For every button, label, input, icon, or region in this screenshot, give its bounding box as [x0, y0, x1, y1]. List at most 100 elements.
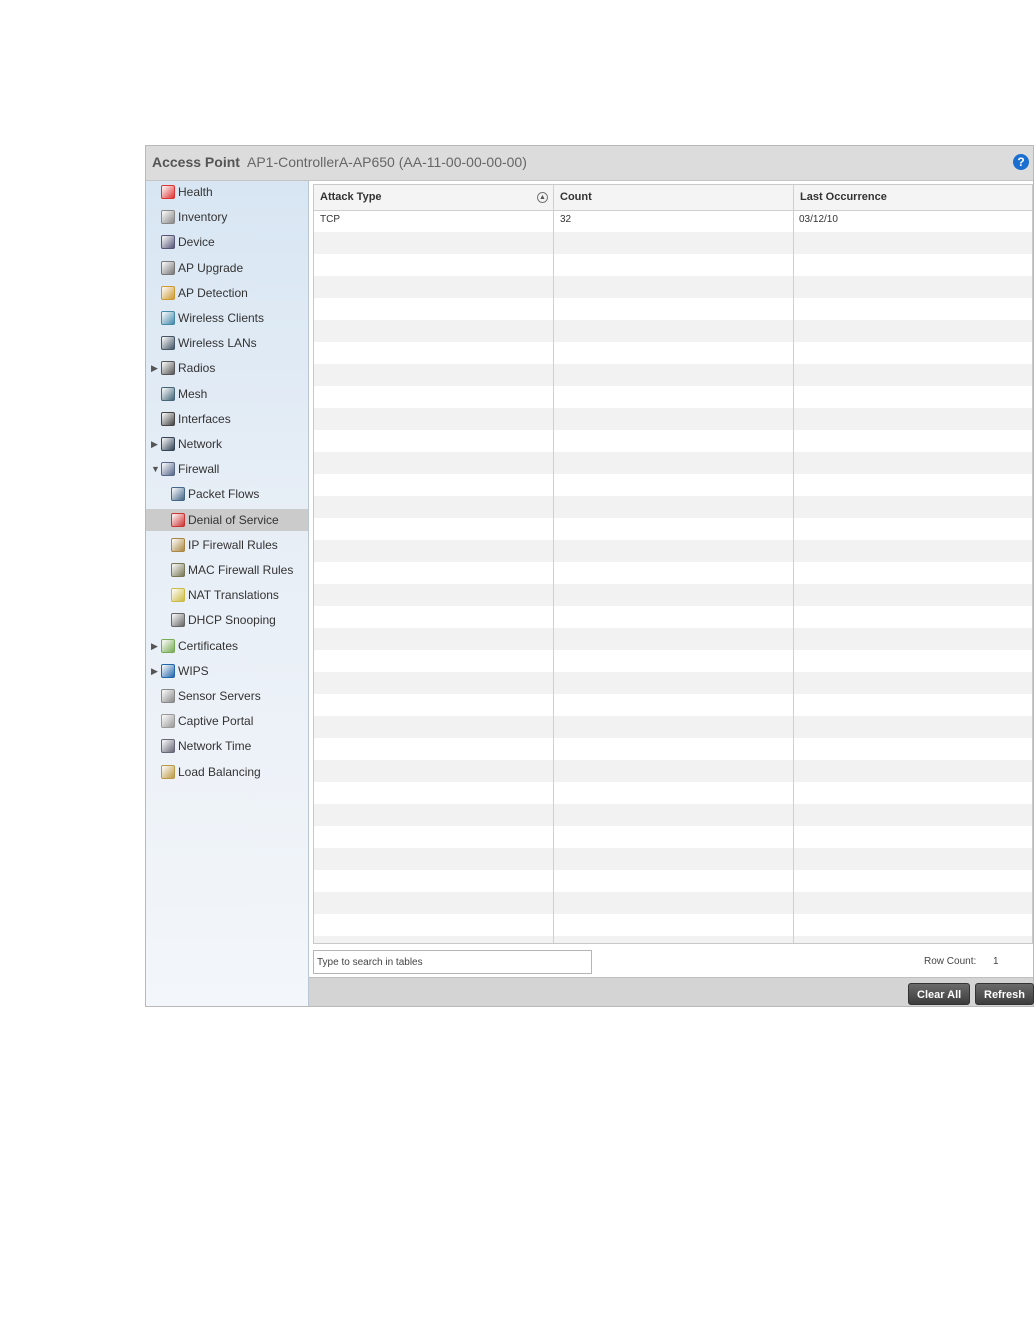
dhcp-snooping-icon [171, 613, 185, 628]
sidebar-item-label: Sensor Servers [178, 689, 261, 703]
certificates-icon [161, 638, 175, 653]
sidebar-item-captive-portal[interactable]: Captive Portal [146, 710, 308, 732]
content-area: Attack Type ▲ Count Last Occurrence TCP … [309, 181, 1034, 1006]
network-icon [161, 437, 175, 451]
denial-of-service-icon [171, 512, 185, 527]
panel-subtitle: AP1-ControllerA-AP650 (AA-11-00-00-00-00… [247, 154, 527, 170]
captive-portal-icon [161, 714, 175, 729]
table-row-stripe [314, 628, 1032, 650]
table-row-stripe [314, 452, 1032, 474]
column-label: Attack Type [320, 191, 382, 203]
sidebar-item-denial-of-service[interactable]: Denial of Service [146, 508, 308, 531]
firewall-icon [161, 462, 175, 477]
table-row-stripe [314, 364, 1032, 386]
sidebar-item-ap-detection[interactable]: AP Detection [146, 282, 308, 304]
table-row-stripe [314, 320, 1032, 342]
sidebar-nav: Health Inventory Device AP Upgrade AP Detect… [146, 181, 309, 1006]
sidebar-item-label: DHCP Snooping [188, 613, 276, 628]
access-point-panel: Access Point AP1-ControllerA-AP650 (AA-1… [145, 145, 1034, 1007]
sidebar-item-label: Mesh [178, 386, 208, 401]
sidebar-item-network-time[interactable]: Network Time [146, 735, 308, 757]
ap-detection-icon [161, 285, 175, 300]
sidebar-item-device[interactable]: Device [146, 231, 308, 253]
wireless-lans-icon [161, 336, 175, 351]
sidebar-item-certificates[interactable]: ▶ Certificates [146, 635, 308, 657]
column-divider [553, 185, 554, 943]
cell-last-occurrence: 03/12/10 [799, 214, 838, 225]
sidebar-item-label: MAC Firewall Rules [188, 563, 294, 577]
table-row-stripe [314, 804, 1032, 826]
table-row-stripe [314, 848, 1032, 870]
table-row-stripe [314, 276, 1032, 298]
ap-upgrade-icon [161, 260, 175, 275]
sidebar-item-label: Denial of Service [188, 512, 279, 527]
table-row-stripe [314, 540, 1032, 562]
inventory-icon [161, 210, 175, 225]
sidebar-item-label: Wireless Clients [178, 311, 265, 325]
sidebar-item-wireless-lans[interactable]: Wireless LANs [146, 332, 308, 354]
sidebar-item-label: Device [178, 235, 215, 250]
sidebar-item-ap-upgrade[interactable]: AP Upgrade [146, 257, 308, 279]
expand-arrow-down-icon[interactable]: ▼ [151, 458, 160, 480]
sidebar-item-wips[interactable]: ▶ WIPS [146, 660, 308, 682]
sidebar-item-mac-firewall-rules[interactable]: MAC Firewall Rules [146, 559, 308, 581]
sidebar-item-interfaces[interactable]: Interfaces [146, 408, 308, 430]
sidebar-item-label: Health [178, 185, 213, 199]
sidebar-item-load-balancing[interactable]: Load Balancing [146, 761, 308, 783]
sidebar-item-label: Network [178, 437, 223, 451]
table-row-stripe [314, 584, 1032, 606]
sidebar-item-health[interactable]: Health [146, 181, 308, 203]
sidebar-item-packet-flows[interactable]: Packet Flows [146, 483, 308, 505]
help-icon[interactable]: ? [1013, 154, 1029, 170]
radios-icon [161, 361, 175, 376]
table-row-stripe [314, 672, 1032, 694]
column-header-last-occurrence[interactable]: Last Occurrence [794, 185, 1032, 210]
sidebar-item-firewall[interactable]: ▼ Firewall [146, 458, 308, 480]
sidebar-item-label: Load Balancing [178, 764, 261, 779]
sidebar-item-wireless-clients[interactable]: Wireless Clients [146, 307, 308, 329]
sidebar-item-radios[interactable]: ▶ Radios [146, 357, 308, 379]
expand-arrow-right-icon[interactable]: ▶ [151, 660, 158, 682]
table-row-stripe [314, 892, 1032, 914]
packet-flows-icon [171, 487, 185, 502]
expand-arrow-right-icon[interactable]: ▶ [151, 433, 158, 455]
column-header-count[interactable]: Count [554, 185, 794, 210]
cell-count: 32 [560, 214, 572, 225]
refresh-button[interactable]: Refresh [975, 983, 1034, 1005]
sidebar-item-inventory[interactable]: Inventory [146, 206, 308, 228]
row-count-value: 1 [993, 956, 999, 967]
sidebar-item-network[interactable]: ▶ Network [146, 433, 308, 455]
sort-ascending-icon[interactable]: ▲ [537, 192, 548, 203]
sidebar-item-dhcp-snooping[interactable]: DHCP Snooping [146, 609, 308, 631]
expand-arrow-right-icon[interactable]: ▶ [151, 357, 158, 379]
table-row-stripe [314, 760, 1032, 782]
load-balancing-icon [161, 764, 175, 779]
sidebar-item-nat-translations[interactable]: NAT Translations [146, 584, 308, 606]
expand-arrow-right-icon[interactable]: ▶ [151, 635, 158, 657]
table-row-stripe [314, 408, 1032, 430]
sidebar-item-ip-firewall-rules[interactable]: IP Firewall Rules [146, 534, 308, 556]
sidebar-item-label: Packet Flows [188, 487, 260, 502]
sidebar-item-label: AP Upgrade [178, 260, 244, 275]
table-row-stripe [314, 496, 1032, 518]
action-bar: Clear All Refresh [309, 977, 1034, 1006]
ip-firewall-rules-icon [171, 537, 185, 552]
denial-of-service-table: Attack Type ▲ Count Last Occurrence TCP … [313, 184, 1033, 944]
sidebar-item-label: Network Time [178, 739, 252, 754]
network-time-icon [161, 739, 175, 754]
panel-header: Access Point AP1-ControllerA-AP650 (AA-1… [146, 146, 1033, 181]
cell-attack-type: TCP [320, 214, 340, 225]
table-row-stripe [314, 936, 1032, 943]
nat-translations-icon [171, 588, 185, 603]
sidebar-item-mesh[interactable]: Mesh [146, 383, 308, 405]
mesh-icon [161, 386, 175, 401]
sidebar-item-label: AP Detection [178, 285, 248, 300]
sidebar-item-label: Certificates [178, 638, 239, 653]
table-search-input[interactable] [313, 950, 592, 974]
column-header-attack-type[interactable]: Attack Type ▲ [314, 185, 554, 210]
wips-icon [161, 663, 175, 678]
sidebar-item-label: NAT Translations [188, 588, 279, 603]
sidebar-item-sensor-servers[interactable]: Sensor Servers [146, 685, 308, 707]
mac-firewall-rules-icon [171, 563, 185, 577]
clear-all-button[interactable]: Clear All [908, 983, 971, 1005]
